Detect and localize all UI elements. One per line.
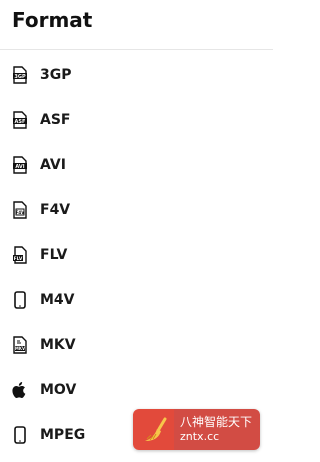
format-item-3gp[interactable]: 3GP 3GP [0, 52, 273, 97]
watermark-line2: zntx.cc [180, 430, 220, 443]
format-label: 3GP [40, 66, 72, 83]
phone-icon [12, 290, 28, 309]
watermark-text: 八神智能天下 zntx.cc [174, 409, 260, 450]
watermark-line1: 八神智能天下 [180, 415, 253, 429]
format-item-mov[interactable]: MOV [0, 367, 273, 412]
phone-icon [12, 425, 28, 444]
format-item-asf[interactable]: ASF ASF [0, 97, 273, 142]
header: Format [0, 0, 273, 50]
format-label: AVI [40, 156, 66, 173]
format-label: MOV [40, 381, 77, 398]
format-label: MKV [40, 336, 76, 353]
format-item-m4v[interactable]: M4V [0, 277, 273, 322]
file-f4v-icon: F4V [12, 200, 28, 219]
page-title: Format [12, 8, 93, 32]
format-item-avi[interactable]: AVI AVI [0, 142, 273, 187]
format-label: M4V [40, 291, 75, 308]
file-mkv-icon: MKV [12, 335, 28, 354]
format-item-f4v[interactable]: F4V F4V [0, 187, 273, 232]
broom-logo-icon [133, 409, 174, 450]
svg-text:3GP: 3GP [14, 74, 26, 80]
svg-text:AVI: AVI [15, 164, 24, 170]
svg-text:MKV: MKV [15, 346, 26, 351]
svg-text:ASF: ASF [15, 119, 26, 125]
format-item-mkv[interactable]: MKV MKV [0, 322, 273, 367]
apple-icon [12, 381, 28, 399]
svg-text:F4V: F4V [16, 210, 26, 215]
format-label: MPEG [40, 426, 86, 443]
format-label: F4V [40, 201, 71, 218]
file-avi-icon: AVI [12, 155, 28, 174]
format-label: ASF [40, 111, 71, 128]
watermark-badge: 八神智能天下 zntx.cc [133, 409, 260, 450]
file-asf-icon: ASF [12, 110, 28, 129]
format-item-flv[interactable]: FLV FLV [0, 232, 273, 277]
format-label: FLV [40, 246, 68, 263]
file-3gp-icon: 3GP [12, 65, 28, 84]
file-flv-icon: FLV [12, 245, 28, 264]
svg-text:FLV: FLV [14, 256, 23, 262]
